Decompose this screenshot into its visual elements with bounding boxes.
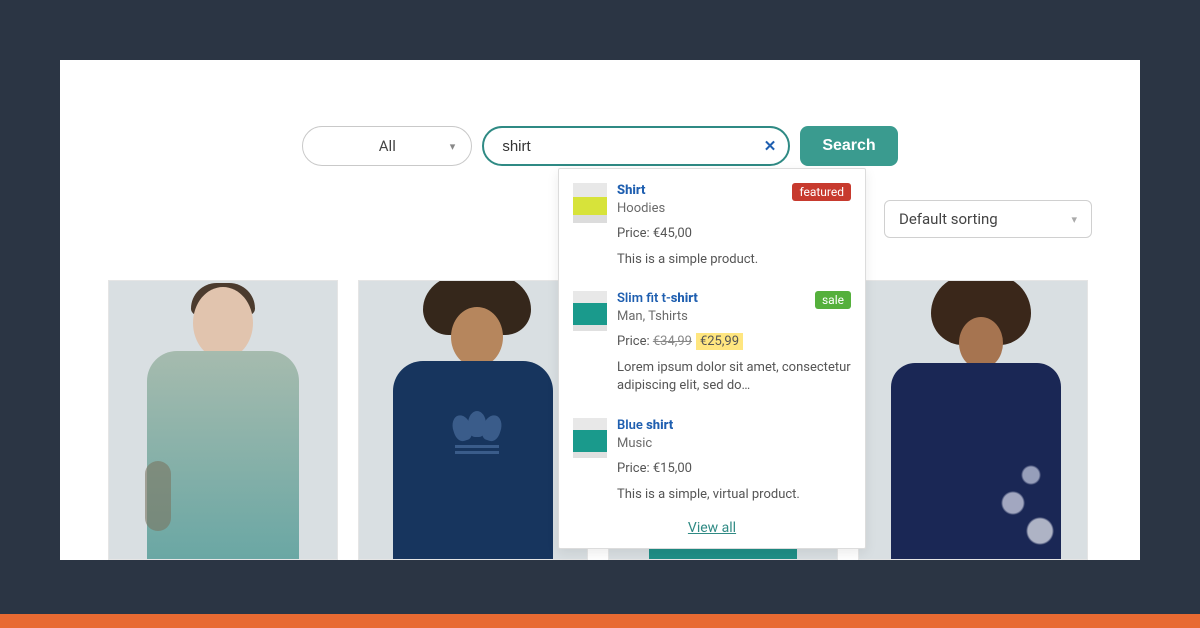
search-input-wrap: ✕ [482,126,790,166]
clear-icon[interactable]: ✕ [764,137,777,155]
view-all-link[interactable]: View all [688,520,736,536]
sort-label: Default sorting [899,210,998,228]
result-thumb [573,291,607,331]
result-description: This is a simple product. [617,251,851,269]
product-image [359,281,587,559]
search-input[interactable] [482,126,790,166]
product-image [859,281,1087,559]
product-card[interactable]: S [358,280,588,560]
chevron-down-icon: ▾ [1071,213,1077,226]
app-frame: Products ▾ All ▾ ✕ Search Default sortin… [60,60,1140,560]
result-thumb [573,418,607,458]
product-card[interactable] [108,280,338,560]
search-bar: Products ▾ All ▾ ✕ Search [60,126,1140,166]
product-image [109,281,337,559]
sale-badge: sale [815,291,851,309]
autocomplete-dropdown: featured Shirt Hoodies Price: €45,00 Thi… [558,168,866,549]
result-category: Music [617,436,851,451]
category-label: All [379,137,396,155]
result-body: featured Shirt Hoodies Price: €45,00 Thi… [617,183,851,269]
chevron-down-icon: ▾ [450,140,456,153]
autocomplete-item[interactable]: featured Shirt Hoodies Price: €45,00 Thi… [573,179,851,287]
product-card[interactable] [858,280,1088,560]
sort-select[interactable]: Default sorting ▾ [884,200,1092,238]
result-category: Hoodies [617,201,851,216]
search-button[interactable]: Search [800,126,897,166]
footer-accent-bar [0,614,1200,628]
autocomplete-item[interactable]: sale Slim fit t-shirt Man, Tshirts Price… [573,287,851,413]
result-price: Price: €45,00 [617,226,851,241]
result-category: Man, Tshirts [617,309,851,324]
result-body: sale Slim fit t-shirt Man, Tshirts Price… [617,291,851,395]
result-description: Lorem ipsum dolor sit amet, consectetur … [617,359,851,395]
result-thumb [573,183,607,223]
category-select[interactable]: All ▾ [302,126,472,166]
autocomplete-item[interactable]: Blue shirt Music Price: €15,00 This is a… [573,414,851,514]
result-price: Price: €15,00 [617,461,851,476]
result-price: Price: €34,99€25,99 [617,334,851,349]
featured-badge: featured [792,183,851,201]
result-title: Blue shirt [617,418,851,433]
result-description: This is a simple, virtual product. [617,486,851,504]
autocomplete-view-all: View all [573,514,851,536]
result-body: Blue shirt Music Price: €15,00 This is a… [617,418,851,504]
